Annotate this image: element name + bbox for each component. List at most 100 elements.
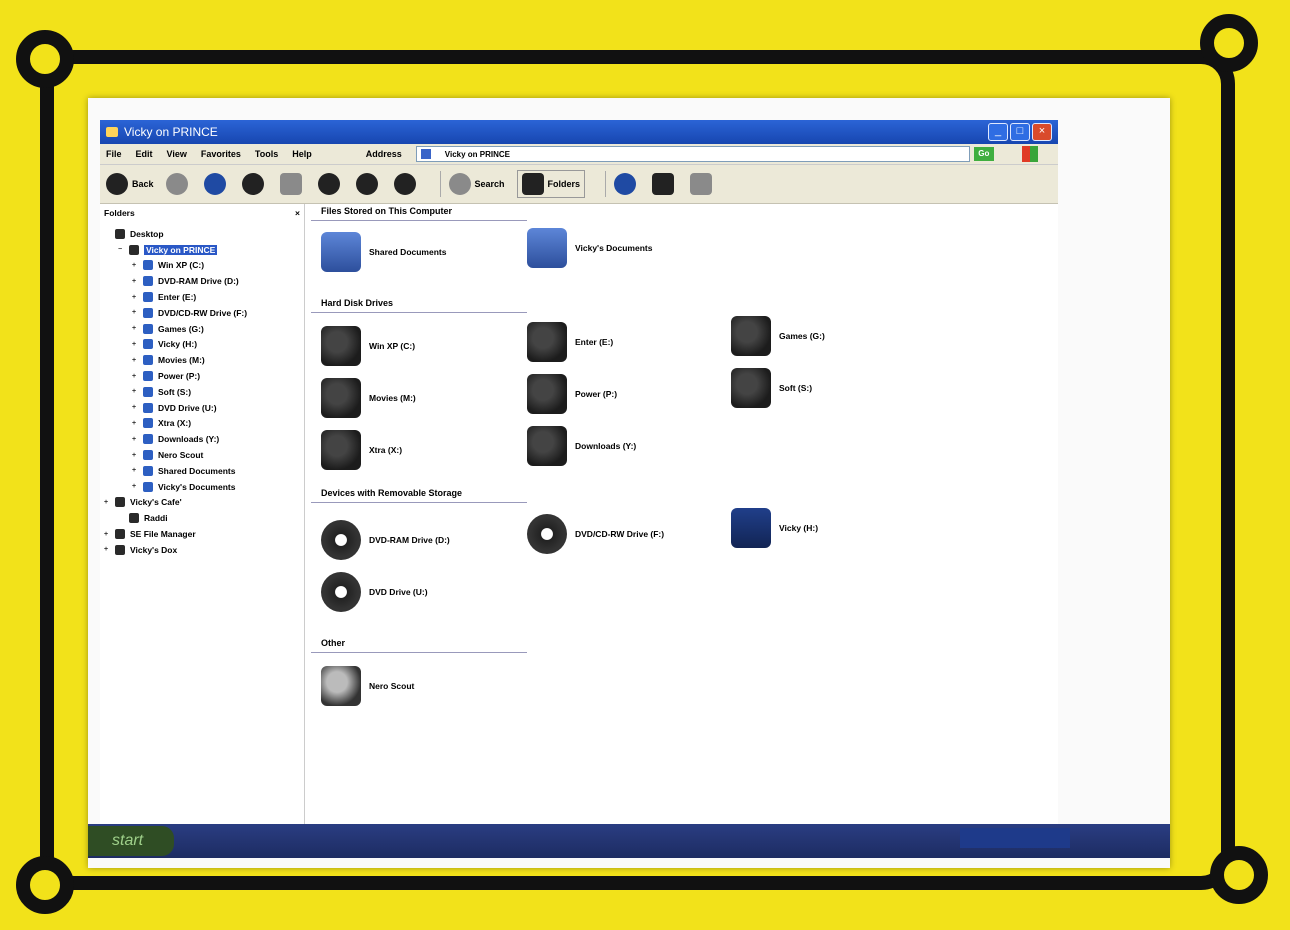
tree-item[interactable]: + Vicky (H:) bbox=[104, 337, 300, 353]
drive-x-item[interactable]: Xtra (X:) bbox=[321, 430, 402, 470]
expander-icon[interactable]: + bbox=[132, 373, 140, 380]
drive-p-item[interactable]: Power (P:) bbox=[527, 374, 617, 414]
expander-icon[interactable]: + bbox=[132, 420, 140, 427]
vickys-documents-item[interactable]: Vicky's Documents bbox=[527, 228, 652, 268]
back-button[interactable]: Back bbox=[106, 173, 154, 195]
expander-icon[interactable]: + bbox=[132, 388, 140, 395]
hard-drive-icon bbox=[731, 316, 771, 356]
cd-drive-icon bbox=[321, 572, 361, 612]
close-button[interactable]: × bbox=[1032, 123, 1052, 141]
tree-item[interactable]: + Nero Scout bbox=[104, 447, 300, 463]
tree-item[interactable]: Desktop bbox=[104, 226, 300, 242]
vickys-documents-label: Vicky's Documents bbox=[575, 243, 653, 253]
tree-item[interactable]: + Movies (M:) bbox=[104, 352, 300, 368]
drive-s-item[interactable]: Soft (S:) bbox=[731, 368, 812, 408]
views-button[interactable] bbox=[690, 173, 716, 195]
expander-icon[interactable]: + bbox=[132, 452, 140, 459]
tree-item[interactable]: + DVD/CD-RW Drive (F:) bbox=[104, 305, 300, 321]
drive-f-label: DVD/CD-RW Drive (F:) bbox=[575, 529, 665, 539]
drive-icon bbox=[129, 513, 139, 524]
drive-icon bbox=[143, 450, 153, 461]
expander-icon[interactable]: + bbox=[132, 404, 140, 411]
shared-documents-item[interactable]: Shared Documents bbox=[321, 232, 446, 272]
tree-item[interactable]: + Vicky's Dox bbox=[104, 542, 300, 558]
group-divider bbox=[311, 652, 527, 653]
delete-button[interactable] bbox=[355, 173, 382, 195]
minimize-button[interactable]: _ bbox=[988, 123, 1008, 141]
drive-icon bbox=[115, 529, 125, 540]
menu-favorites[interactable]: Favorites bbox=[201, 149, 241, 159]
drive-c-item[interactable]: Win XP (C:) bbox=[321, 326, 415, 366]
tree-item[interactable]: + SE File Manager bbox=[104, 526, 300, 542]
expander-icon[interactable]: + bbox=[132, 278, 140, 285]
drive-u-item[interactable]: DVD Drive (U:) bbox=[321, 572, 428, 612]
tree-item[interactable]: + Games (G:) bbox=[104, 321, 300, 337]
forward-button[interactable] bbox=[165, 173, 192, 195]
drive-e-item[interactable]: Enter (E:) bbox=[527, 322, 613, 362]
go-button[interactable]: Go bbox=[973, 147, 994, 161]
menu-tools[interactable]: Tools bbox=[255, 149, 278, 159]
copy-button[interactable] bbox=[279, 173, 306, 195]
explorer-window: Vicky on PRINCE _ □ × File Edit View Fav… bbox=[100, 120, 1058, 828]
window-title: Vicky on PRINCE bbox=[124, 125, 218, 139]
tree-item[interactable]: + Xtra (X:) bbox=[104, 416, 300, 432]
tree-item[interactable]: + Win XP (C:) bbox=[104, 258, 300, 274]
title-bar[interactable]: Vicky on PRINCE _ □ × bbox=[100, 120, 1058, 144]
drive-d-item[interactable]: DVD-RAM Drive (D:) bbox=[321, 520, 450, 560]
folders-pane-close-button[interactable]: × bbox=[295, 208, 300, 218]
drive-f-item[interactable]: DVD/CD-RW Drive (F:) bbox=[527, 514, 664, 554]
expander-icon[interactable]: + bbox=[132, 309, 140, 316]
tree-item[interactable]: + Downloads (Y:) bbox=[104, 431, 300, 447]
menu-view[interactable]: View bbox=[167, 149, 187, 159]
menu-edit[interactable]: Edit bbox=[136, 149, 153, 159]
paste-button[interactable] bbox=[317, 173, 344, 195]
cut-button[interactable] bbox=[241, 173, 268, 195]
tree-item[interactable]: + DVD Drive (U:) bbox=[104, 400, 300, 416]
drive-y-item[interactable]: Downloads (Y:) bbox=[527, 426, 636, 466]
menu-help[interactable]: Help bbox=[292, 149, 312, 159]
frame-corner bbox=[1200, 14, 1258, 72]
expander-icon[interactable]: + bbox=[132, 483, 140, 490]
expander-icon[interactable]: + bbox=[132, 436, 140, 443]
tree-item[interactable]: − Vicky on PRINCE bbox=[104, 242, 300, 258]
drive-h-item[interactable]: Vicky (H:) bbox=[731, 508, 818, 548]
expander-icon[interactable]: + bbox=[132, 357, 140, 364]
tree-item-label: Xtra (X:) bbox=[158, 418, 192, 429]
undo-button[interactable] bbox=[393, 173, 420, 195]
search-button[interactable]: Search bbox=[448, 173, 505, 195]
maximize-button[interactable]: □ bbox=[1010, 123, 1030, 141]
tree-item[interactable]: + Vicky's Documents bbox=[104, 479, 300, 495]
tree-item-label: Vicky on PRINCE bbox=[144, 244, 218, 255]
up-button[interactable] bbox=[203, 173, 230, 195]
media-button[interactable] bbox=[652, 173, 678, 195]
tree-item[interactable]: + Enter (E:) bbox=[104, 289, 300, 305]
address-field[interactable]: Vicky on PRINCE bbox=[415, 146, 970, 162]
tree-item[interactable]: + Vicky's Cafe' bbox=[104, 495, 300, 511]
tree-item[interactable]: + Shared Documents bbox=[104, 463, 300, 479]
drive-g-item[interactable]: Games (G:) bbox=[731, 316, 825, 356]
expander-icon[interactable]: + bbox=[132, 341, 140, 348]
folders-button[interactable]: Folders bbox=[516, 170, 586, 198]
tree-item[interactable]: + Power (P:) bbox=[104, 368, 300, 384]
expander-icon[interactable]: + bbox=[132, 294, 140, 301]
expander-icon[interactable]: + bbox=[104, 499, 112, 506]
tree-item-label: DVD/CD-RW Drive (F:) bbox=[158, 307, 248, 318]
nero-scout-item[interactable]: Nero Scout bbox=[321, 666, 414, 706]
menu-file[interactable]: File bbox=[106, 149, 122, 159]
expander-icon[interactable]: + bbox=[132, 467, 140, 474]
expander-icon[interactable]: − bbox=[118, 246, 126, 253]
toolbar-separator bbox=[439, 171, 441, 197]
expander-icon[interactable]: + bbox=[104, 531, 112, 538]
tree-item-label: DVD-RAM Drive (D:) bbox=[158, 276, 239, 287]
expander-icon[interactable]: + bbox=[132, 262, 140, 269]
expander-icon[interactable]: + bbox=[104, 546, 112, 553]
start-button[interactable]: start bbox=[88, 826, 174, 856]
expander-icon[interactable]: + bbox=[132, 325, 140, 332]
tree-item[interactable]: Raddi bbox=[104, 510, 300, 526]
history-button[interactable] bbox=[614, 173, 640, 195]
tree-item[interactable]: + Soft (S:) bbox=[104, 384, 300, 400]
drive-m-item[interactable]: Movies (M:) bbox=[321, 378, 416, 418]
toolbar-separator bbox=[605, 171, 607, 197]
content-pane: Files Stored on This Computer Shared Doc… bbox=[305, 204, 1058, 828]
tree-item[interactable]: + DVD-RAM Drive (D:) bbox=[104, 273, 300, 289]
